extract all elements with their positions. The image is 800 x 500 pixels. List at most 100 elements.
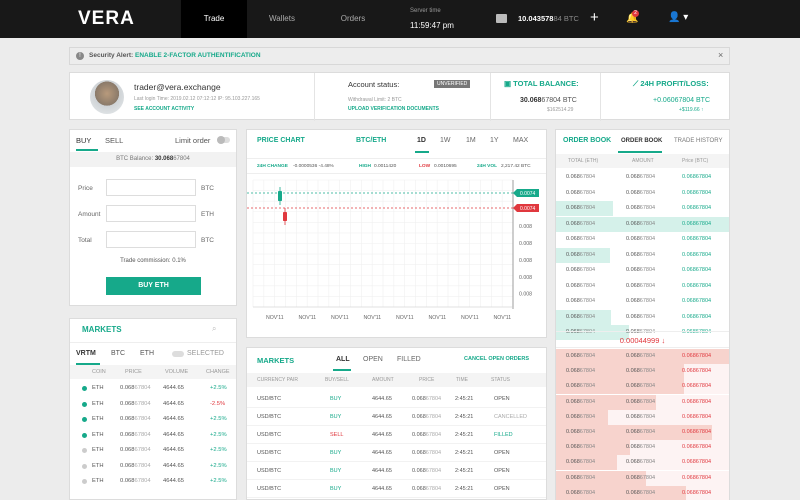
ask-row[interactable]: 0.06867804 0.06867804 0.06867804 <box>556 455 729 471</box>
mid-price: 0.00044999 ↓ <box>556 331 729 348</box>
logo[interactable]: VERA <box>78 8 135 30</box>
ask-row[interactable]: 0.06867804 0.06867804 0.06867804 <box>556 349 729 364</box>
tab-buy[interactable]: BUY <box>76 136 91 145</box>
order-row[interactable]: USD/BTC BUY 4644.65 0.06867804 2:45:21 OPEN <box>247 480 546 498</box>
price-input[interactable] <box>106 179 196 196</box>
tab-wallets[interactable]: Wallets <box>257 0 307 38</box>
ask-row[interactable]: 0.06867804 0.06867804 0.06867804 <box>556 364 729 380</box>
filter-btc[interactable]: BTC <box>111 350 125 357</box>
order-row[interactable]: USD/BTC BUY 4644.65 0.06867804 2:45:21 OPEN <box>247 462 546 480</box>
market-row[interactable]: ETH 0.06867804 4644.65 +2.5% <box>70 443 236 458</box>
total-dim: 67804 <box>579 474 596 481</box>
bid-row[interactable]: 0.06867804 0.06867804 0.06867804 <box>556 263 729 278</box>
search-icon[interactable]: ⌕ <box>212 324 216 334</box>
favorite-dot-icon[interactable] <box>82 448 87 453</box>
plus-icon[interactable]: + <box>590 9 599 26</box>
order-row[interactable]: USD/BTC BUY 4644.65 0.06867804 2:45:21 OPEN <box>247 444 546 462</box>
order-row[interactable]: USD/BTC SELL 4644.65 0.06867804 2:45:21 FILLE… <box>247 426 546 444</box>
filter-selected[interactable]: SELECTED <box>187 350 224 357</box>
candlestick-chart[interactable]: 0.0080.0080.0080.0080.0080.0080.008NOV'1… <box>247 176 546 336</box>
avatar[interactable] <box>90 80 124 114</box>
candle-body[interactable] <box>283 212 287 221</box>
order-row[interactable]: USD/BTC BUY 4644.65 0.06867804 2:45:21 OPEN <box>247 390 546 408</box>
favorite-dot-icon[interactable] <box>82 417 87 422</box>
x-tick-label: NOV'11 <box>266 315 284 321</box>
bid-row[interactable]: 0.06867804 0.06867804 0.06867804 <box>556 309 729 325</box>
selected-toggle[interactable] <box>172 351 184 357</box>
timeframe-1m[interactable]: 1M <box>466 137 476 144</box>
amount-input[interactable] <box>106 205 196 222</box>
amount: 0.06867804 <box>626 475 655 481</box>
buy-eth-button[interactable]: BUY ETH <box>106 277 201 295</box>
user-menu-icon[interactable]: 👤 ▾ <box>668 12 688 23</box>
order-row[interactable]: USD/BTC BUY 4644.65 0.06867804 2:45:21 CANCEL… <box>247 408 546 426</box>
amount-main: 0.068 <box>626 189 640 196</box>
timeframe-1y[interactable]: 1Y <box>490 137 499 144</box>
vol-value: 2,217.42 BTC <box>501 164 531 169</box>
tab-orders[interactable]: Orders <box>330 0 376 38</box>
bid-row[interactable]: 0.06867804 0.06867804 0.06867804 <box>556 216 729 232</box>
limit-order-toggle[interactable] <box>217 136 230 144</box>
timeframe-max[interactable]: MAX <box>513 137 528 144</box>
total-dim: 67804 <box>579 313 596 320</box>
price-main: 0.068 <box>682 383 696 390</box>
price: 0.06867804 <box>120 416 151 422</box>
favorite-dot-icon[interactable] <box>82 463 87 469</box>
vol-label: 24H VOL <box>477 164 497 169</box>
price: 0.06867804 <box>682 475 711 481</box>
see-account-activity-link[interactable]: SEE ACCOUNT ACTIVITY <box>134 106 194 112</box>
orders-tab-filled[interactable]: FILLED <box>397 356 421 363</box>
tab-sell[interactable]: SELL <box>105 136 123 145</box>
amount: 0.06867804 <box>626 353 655 359</box>
ask-row[interactable]: 0.06867804 0.06867804 0.06867804 <box>556 394 729 410</box>
price-main: 0.068 <box>682 282 696 289</box>
enable-2fa-link[interactable]: ENABLE 2-FACTOR AUTHENTIFICATION <box>135 52 261 59</box>
col-amount: AMOUNT <box>372 377 394 383</box>
market-row[interactable]: ETH 0.06867804 4644.65 +2.5% <box>70 474 236 489</box>
favorite-dot-icon[interactable] <box>82 479 87 484</box>
price-main: 0.068 <box>682 174 696 180</box>
ask-row[interactable]: 0.06867804 0.06867804 0.06867804 <box>556 425 729 440</box>
tab-trade[interactable]: Trade <box>181 0 247 38</box>
price-main: 0.068 <box>120 462 135 469</box>
orders-tab-open[interactable]: OPEN <box>363 356 383 363</box>
ask-row[interactable]: 0.06867804 0.06867804 0.06867804 <box>556 440 729 456</box>
bid-row[interactable]: 0.06867804 0.06867804 0.06867804 <box>556 170 729 185</box>
ask-row[interactable]: 0.06867804 0.06867804 0.06867804 <box>556 470 729 486</box>
bid-row[interactable]: 0.06867804 0.06867804 0.06867804 <box>556 278 729 294</box>
price: 0.06867804 <box>412 486 441 492</box>
price-dim: 67804 <box>134 462 151 469</box>
upload-documents-link[interactable]: UPLOAD VERIFICATION DOCUMENTS <box>348 106 439 112</box>
favorite-dot-icon[interactable] <box>82 432 87 438</box>
tab-order-book[interactable]: ORDER BOOK <box>621 138 662 144</box>
total-input[interactable] <box>106 231 196 248</box>
tab-trade-history[interactable]: TRADE HISTORY <box>674 138 722 144</box>
price-dim: 67804 <box>425 468 442 474</box>
favorite-dot-icon[interactable] <box>82 401 87 407</box>
market-row[interactable]: ETH 0.06867804 4644.65 +2.5% <box>70 459 236 474</box>
bid-row[interactable]: 0.06867804 0.06867804 0.06867804 <box>556 294 729 309</box>
bid-row[interactable]: 0.06867804 0.06867804 0.06867804 <box>556 247 729 263</box>
ask-row[interactable]: 0.06867804 0.06867804 0.06867804 <box>556 485 729 500</box>
filter-vrtm[interactable]: VRTM <box>76 350 96 357</box>
market-row[interactable]: ETH 0.06867804 4644.65 -2.5% <box>70 397 236 412</box>
filter-eth[interactable]: ETH <box>140 350 154 357</box>
close-icon[interactable]: × <box>718 50 723 60</box>
pair-selector[interactable]: BTC/ETH <box>356 137 386 144</box>
market-row[interactable]: ETH 0.06867804 4644.65 +2.5% <box>70 428 236 443</box>
bid-row[interactable]: 0.06867804 0.06867804 0.06867804 <box>556 201 729 216</box>
bid-row[interactable]: 0.06867804 0.06867804 0.06867804 <box>556 232 729 247</box>
amount-main: 0.068 <box>626 220 640 227</box>
market-row[interactable]: ETH 0.06867804 4644.65 +2.5% <box>70 412 236 427</box>
favorite-dot-icon[interactable] <box>82 386 87 391</box>
ask-row[interactable]: 0.06867804 0.06867804 0.06867804 <box>556 379 729 395</box>
bid-row[interactable]: 0.06867804 0.06867804 0.06867804 <box>556 185 729 201</box>
candle-body[interactable] <box>278 191 282 201</box>
timeframe-1d[interactable]: 1D <box>417 137 426 144</box>
market-row[interactable]: ETH 0.06867804 4644.65 +2.5% <box>70 381 236 396</box>
orders-tab-all[interactable]: ALL <box>336 356 350 363</box>
timeframe-1w[interactable]: 1W <box>440 137 451 144</box>
cancel-open-orders-button[interactable]: CANCEL OPEN ORDERS <box>464 356 529 362</box>
total: 0.06867804 <box>566 221 595 227</box>
ask-row[interactable]: 0.06867804 0.06867804 0.06867804 <box>556 409 729 425</box>
